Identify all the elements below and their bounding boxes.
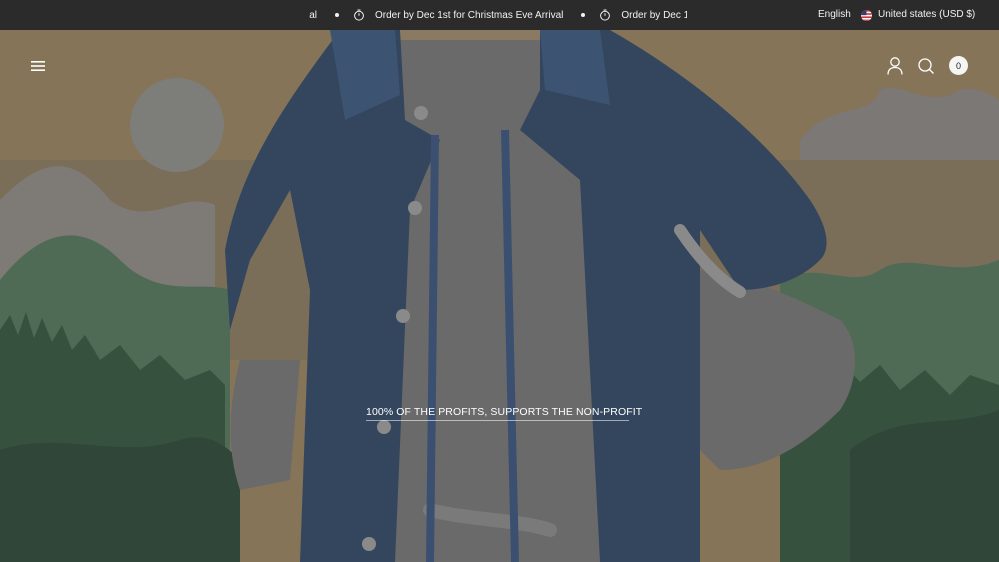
menu-button[interactable] <box>30 59 46 73</box>
account-icon <box>887 57 903 75</box>
hero-illustration <box>0 30 999 562</box>
announcement-message: Order by Dec 1st for Christmas Eve Arriv… <box>621 9 687 21</box>
search-icon <box>918 58 934 74</box>
language-selector[interactable]: English <box>818 9 851 21</box>
country-label: United states (USD $) <box>878 9 976 20</box>
hero-banner[interactable]: 0 100% OF THE PROFITS, SUPPORTS THE NON-… <box>0 30 999 562</box>
announcement-message: Order by Dec 1st for Christmas Eve Arriv… <box>375 9 564 21</box>
stopwatch-icon <box>599 9 611 21</box>
country-selector[interactable]: United states (USD $) <box>861 8 975 22</box>
announcement-separator <box>581 13 586 17</box>
hero-caption-link[interactable]: 100% OF THE PROFITS, SUPPORTS THE NON-PR… <box>366 406 642 421</box>
hamburger-menu-icon <box>31 61 45 71</box>
announcement-separator <box>335 13 339 17</box>
announcement-marquee: al Order by Dec 1st for Christmas Eve Ar… <box>291 0 687 30</box>
cart-count-badge[interactable]: 0 <box>949 56 968 75</box>
us-flag-icon <box>861 9 872 21</box>
search-button[interactable] <box>917 57 935 75</box>
announcement-partial-text: al <box>309 9 317 21</box>
announcement-bar: al Order by Dec 1st for Christmas Eve Ar… <box>0 0 999 30</box>
stopwatch-icon <box>353 9 365 21</box>
account-button[interactable] <box>886 56 904 76</box>
